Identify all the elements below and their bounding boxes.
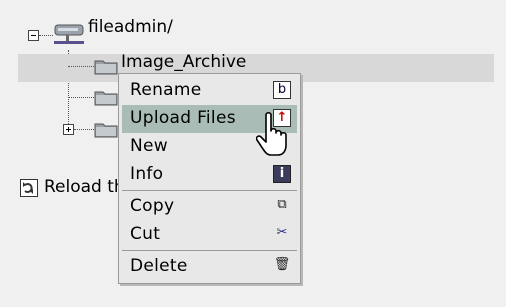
menu-separator: [122, 190, 297, 191]
menu-item-copy[interactable]: Copy ⧉: [122, 193, 297, 221]
menu-item-rename[interactable]: Rename b: [122, 77, 297, 105]
reload-icon[interactable]: [20, 179, 38, 197]
folder-icon: [94, 91, 118, 106]
expand-icon[interactable]: [63, 124, 74, 135]
menu-item-label: Rename: [130, 80, 202, 100]
menu-item-cut[interactable]: Cut ✂: [122, 221, 297, 249]
server-icon: [54, 24, 84, 44]
tree-item-image-archive[interactable]: Image_Archive: [121, 52, 246, 72]
menu-item-info[interactable]: Info i: [122, 161, 297, 189]
hand-cursor-icon: [256, 111, 287, 156]
menu-item-label: Delete: [130, 256, 188, 276]
context-menu: Rename b Upload Files ↑ New ✲ Info i Cop…: [118, 73, 301, 284]
menu-item-delete[interactable]: Delete 🗑: [122, 253, 297, 281]
scissors-icon: ✂: [276, 225, 288, 240]
root-folder-label[interactable]: fileadmin/: [88, 17, 173, 37]
collapse-icon[interactable]: [28, 30, 39, 41]
menu-item-label: Copy: [130, 196, 175, 216]
menu-item-label: Upload Files: [130, 108, 236, 128]
trash-icon: 🗑: [273, 257, 291, 272]
folder-icon: [94, 123, 118, 138]
menu-item-label: New: [130, 136, 168, 156]
info-icon: i: [273, 165, 291, 183]
folder-icon: [94, 60, 118, 75]
menu-item-label: Cut: [130, 224, 161, 244]
menu-separator: [122, 250, 297, 251]
menu-item-label: Info: [130, 164, 164, 184]
copy-icon: ⧉: [277, 197, 287, 212]
rename-icon: b: [273, 81, 291, 99]
